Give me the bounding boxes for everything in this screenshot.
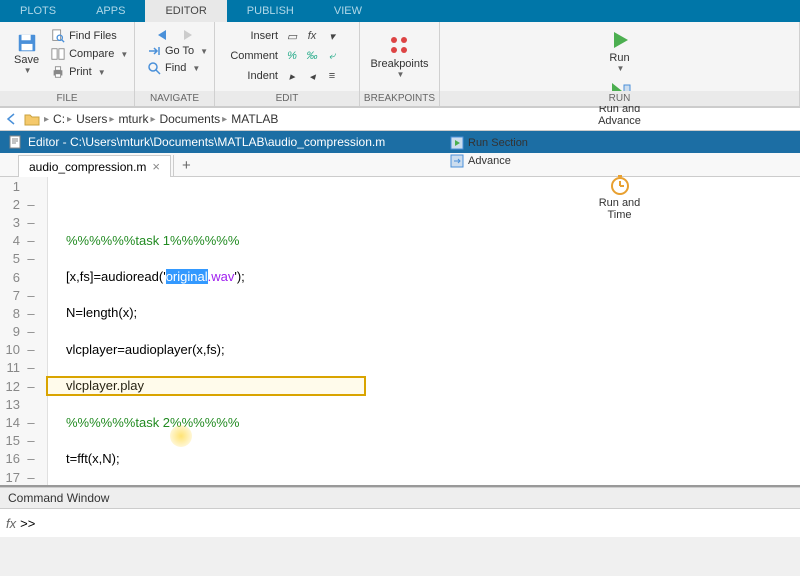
editor-title-text: Editor - C:\Users\mturk\Documents\MATLAB… bbox=[28, 135, 385, 149]
find-label: Find bbox=[165, 62, 186, 74]
goto-icon bbox=[147, 45, 161, 57]
find-icon bbox=[147, 61, 161, 75]
indent-left-icon[interactable]: ◂ bbox=[304, 68, 320, 84]
edit-group-label: EDIT bbox=[215, 91, 359, 106]
command-window-title: Command Window bbox=[0, 487, 800, 509]
folder-icon[interactable] bbox=[24, 111, 40, 127]
bp-group-label: BREAKPOINTS bbox=[360, 91, 439, 106]
editor-doc-icon bbox=[8, 135, 22, 149]
indent-smart-icon[interactable]: ≡ bbox=[324, 68, 340, 84]
nav-back-icon[interactable] bbox=[154, 28, 172, 42]
find-files-label: Find Files bbox=[69, 30, 117, 42]
ribbon-toolbar: Save▼ Find Files Compare▼ Print▼ FILE bbox=[0, 22, 800, 107]
code-text[interactable]: %%%%%%task 1%%%%%% [x,fs]=audioread('ori… bbox=[48, 177, 800, 485]
goto-label: Go To bbox=[165, 45, 194, 57]
tab-editor[interactable]: EDITOR bbox=[145, 0, 226, 22]
new-tab-button[interactable]: + bbox=[173, 155, 199, 176]
command-window[interactable]: fx >> bbox=[0, 509, 800, 537]
comment-wrap-icon[interactable]: ⤶ bbox=[324, 48, 340, 64]
path-seg-4[interactable]: MATLAB bbox=[231, 112, 278, 126]
path-seg-0[interactable]: C:▸ bbox=[53, 112, 72, 126]
close-tab-icon[interactable]: × bbox=[152, 159, 160, 174]
insert-section-icon[interactable]: ▭ bbox=[284, 28, 300, 44]
goto-button[interactable]: Go To▼ bbox=[143, 44, 206, 58]
comment-label: Comment bbox=[223, 50, 278, 62]
run-section-label: Run Section bbox=[468, 137, 528, 149]
path-seg-1[interactable]: Users▸ bbox=[76, 112, 114, 126]
tab-apps[interactable]: APPS bbox=[76, 0, 145, 22]
run-group-label: RUN bbox=[440, 91, 799, 106]
path-seg-3[interactable]: Documents▸ bbox=[159, 112, 227, 126]
indent-label: Indent bbox=[223, 70, 278, 82]
insert-label: Insert bbox=[223, 30, 278, 42]
find-files-icon bbox=[51, 29, 65, 43]
code-editor[interactable]: 1 2– 3– 4– 5– 6 7– 8– 9– 10– 11– 12– 13 … bbox=[0, 177, 800, 487]
run-section-button[interactable]: Run Section bbox=[446, 135, 793, 151]
insert-var-icon[interactable]: ▾ bbox=[324, 28, 340, 44]
run-button[interactable]: Run▼ bbox=[446, 26, 793, 75]
ribbon-group-run: Run▼ Run and Advance Run Section Advance… bbox=[440, 22, 800, 106]
print-button[interactable]: Print▼ bbox=[47, 64, 132, 80]
file-tab-active[interactable]: audio_compression.m × bbox=[18, 155, 171, 177]
breakpoints-label: Breakpoints bbox=[370, 58, 428, 70]
comment-remove-icon[interactable]: ‰ bbox=[304, 48, 320, 64]
tab-view[interactable]: VIEW bbox=[314, 0, 382, 22]
comment-add-icon[interactable]: % bbox=[284, 48, 300, 64]
ribbon-group-file: Save▼ Find Files Compare▼ Print▼ FILE bbox=[0, 22, 135, 106]
ribbon-group-edit: Insert ▭ fx ▾ Comment % ‰ ⤶ Indent ▸ ◂ ≡… bbox=[215, 22, 360, 106]
breakpoints-button[interactable]: Breakpoints ▼ bbox=[368, 32, 431, 81]
save-icon bbox=[16, 32, 38, 54]
run-label: Run bbox=[609, 52, 629, 64]
insert-fx-icon[interactable]: fx bbox=[304, 28, 320, 44]
path-seg-2[interactable]: mturk▸ bbox=[118, 112, 155, 126]
advance-icon bbox=[450, 154, 464, 168]
command-prompt: >> bbox=[20, 516, 35, 531]
print-label: Print bbox=[69, 66, 92, 78]
advance-button[interactable]: Advance bbox=[446, 153, 793, 169]
print-icon bbox=[51, 65, 65, 79]
advance-label: Advance bbox=[468, 155, 511, 167]
find-files-button[interactable]: Find Files bbox=[47, 28, 132, 44]
main-tabs: PLOTS APPS EDITOR PUBLISH VIEW bbox=[0, 0, 800, 22]
nav-group-label: NAVIGATE bbox=[135, 91, 214, 106]
save-button[interactable]: Save▼ bbox=[8, 26, 45, 80]
ribbon-group-breakpoints: Breakpoints ▼ BREAKPOINTS bbox=[360, 22, 440, 106]
ribbon-group-navigate: Go To▼ Find▼ NAVIGATE bbox=[135, 22, 215, 106]
file-group-label: FILE bbox=[0, 91, 134, 106]
back-folder-icon[interactable] bbox=[4, 111, 20, 127]
tab-plots[interactable]: PLOTS bbox=[0, 0, 76, 22]
file-tab-label: audio_compression.m bbox=[29, 160, 146, 174]
line-gutter: 1 2– 3– 4– 5– 6 7– 8– 9– 10– 11– 12– 13 … bbox=[0, 177, 48, 485]
compare-label: Compare bbox=[69, 48, 114, 60]
nav-fwd-icon[interactable] bbox=[178, 28, 196, 42]
indent-right-icon[interactable]: ▸ bbox=[284, 68, 300, 84]
tab-publish[interactable]: PUBLISH bbox=[227, 0, 314, 22]
fx-prompt-icon: fx bbox=[6, 516, 16, 531]
compare-button[interactable]: Compare▼ bbox=[47, 46, 132, 62]
run-advance-label: Run and Advance bbox=[598, 103, 641, 127]
run-icon bbox=[608, 28, 632, 52]
breakpoints-icon bbox=[388, 34, 412, 58]
run-section-icon bbox=[450, 136, 464, 150]
compare-icon bbox=[51, 47, 65, 61]
find-button[interactable]: Find▼ bbox=[143, 60, 206, 76]
save-label: Save bbox=[14, 54, 39, 66]
